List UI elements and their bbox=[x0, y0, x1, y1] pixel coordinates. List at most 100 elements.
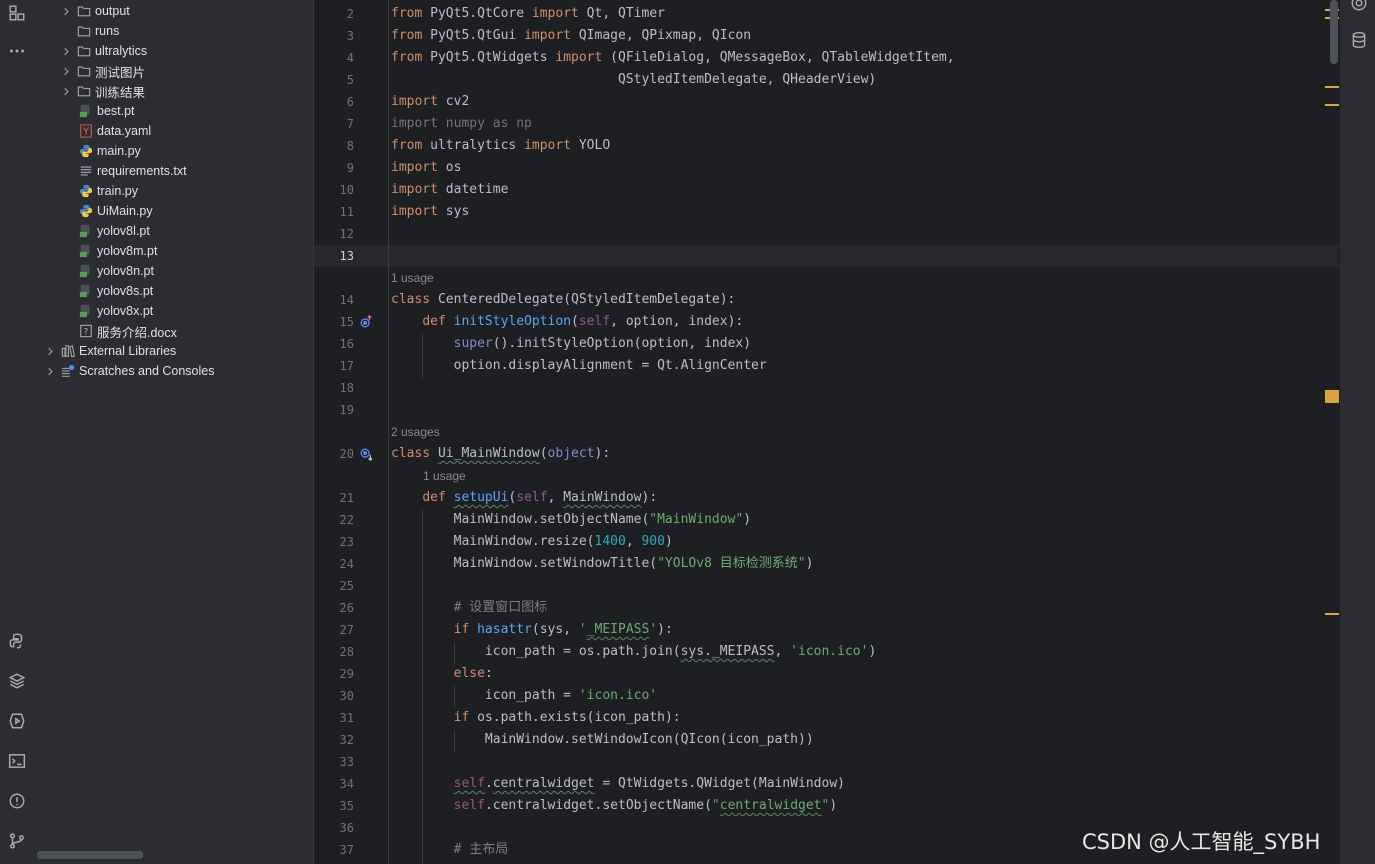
run-icon[interactable] bbox=[6, 710, 28, 732]
tree-item[interactable]: yolov8l.pt bbox=[37, 221, 313, 241]
line-number[interactable]: 8 bbox=[314, 139, 354, 153]
tree-item[interactable]: yolov8m.pt bbox=[37, 241, 313, 261]
line-number[interactable]: 6 bbox=[314, 95, 354, 109]
line-number[interactable]: 20 bbox=[314, 447, 354, 461]
line-number[interactable]: 11 bbox=[314, 205, 354, 219]
line-number[interactable]: 16 bbox=[314, 337, 354, 351]
code-line-20: class Ui_MainWindow(object): bbox=[391, 446, 611, 461]
line-number[interactable]: 12 bbox=[314, 227, 354, 241]
tree-item[interactable]: yolov8n.pt bbox=[37, 261, 313, 281]
tree-item[interactable]: 测试图片 bbox=[37, 61, 313, 81]
tree-item[interactable]: output bbox=[37, 1, 313, 21]
line-number[interactable]: 18 bbox=[314, 381, 354, 395]
structure-icon[interactable] bbox=[6, 2, 28, 24]
chevron-right-icon[interactable] bbox=[61, 86, 71, 96]
line-number[interactable]: 33 bbox=[314, 755, 354, 769]
code-line-16: super().initStyleOption(option, index) bbox=[453, 336, 752, 351]
tree-item-label: runs bbox=[95, 24, 120, 38]
layers-icon[interactable] bbox=[6, 670, 28, 692]
code-line-15: def initStyleOption(self, option, index)… bbox=[422, 314, 744, 329]
database-icon[interactable] bbox=[1348, 29, 1370, 51]
terminal-icon[interactable] bbox=[6, 750, 28, 772]
warning-marker[interactable] bbox=[1325, 104, 1339, 106]
tree-item[interactable]: Scratches and Consoles bbox=[37, 361, 313, 381]
tree-item[interactable]: External Libraries bbox=[37, 341, 313, 361]
line-number[interactable]: 9 bbox=[314, 161, 354, 175]
implemented-class-icon[interactable] bbox=[358, 446, 374, 462]
line-number[interactable]: 27 bbox=[314, 623, 354, 637]
line-number[interactable]: 2 bbox=[314, 7, 354, 21]
tree-item[interactable]: UiMain.py bbox=[37, 201, 313, 221]
tree-item[interactable]: runs bbox=[37, 21, 313, 41]
pytorch-file-icon bbox=[79, 284, 93, 298]
warning-marker[interactable] bbox=[1325, 613, 1339, 615]
folder-icon bbox=[77, 24, 91, 38]
line-number[interactable]: 32 bbox=[314, 733, 354, 747]
chevron-right-icon[interactable] bbox=[45, 346, 55, 356]
line-number[interactable]: 34 bbox=[314, 777, 354, 791]
line-number[interactable]: 10 bbox=[314, 183, 354, 197]
override-method-icon[interactable] bbox=[358, 314, 374, 330]
line-number[interactable]: 29 bbox=[314, 667, 354, 681]
line-number[interactable]: 7 bbox=[314, 117, 354, 131]
line-number[interactable]: 30 bbox=[314, 689, 354, 703]
tree-item[interactable]: requirements.txt bbox=[37, 161, 313, 181]
tree-item[interactable]: ? 服务介绍.docx bbox=[37, 321, 313, 341]
line-number[interactable]: 17 bbox=[314, 359, 354, 373]
tree-item[interactable]: main.py bbox=[37, 141, 313, 161]
code-line-35: self.centralwidget.setObjectName("centra… bbox=[453, 798, 838, 813]
line-number[interactable]: 25 bbox=[314, 579, 354, 593]
line-number[interactable]: 37 bbox=[314, 843, 354, 857]
tree-item[interactable]: best.pt bbox=[37, 101, 313, 121]
line-number[interactable]: 31 bbox=[314, 711, 354, 725]
tree-item[interactable]: yolov8x.pt bbox=[37, 301, 313, 321]
line-number[interactable]: 15 bbox=[314, 315, 354, 329]
line-number[interactable]: 35 bbox=[314, 799, 354, 813]
tree-item[interactable]: data.yaml bbox=[37, 121, 313, 141]
more-icon[interactable] bbox=[6, 40, 28, 62]
line-number[interactable]: 24 bbox=[314, 557, 354, 571]
line-number[interactable]: 19 bbox=[314, 403, 354, 417]
line-number[interactable]: 36 bbox=[314, 821, 354, 835]
notifications-icon[interactable] bbox=[1348, 0, 1370, 14]
warning-marker[interactable] bbox=[1325, 390, 1339, 403]
tree-item-label: yolov8m.pt bbox=[97, 244, 158, 258]
tree-item[interactable]: train.py bbox=[37, 181, 313, 201]
vertical-scrollbar[interactable] bbox=[1330, 0, 1338, 64]
tree-item[interactable]: ultralytics bbox=[37, 41, 313, 61]
chevron-right-icon[interactable] bbox=[61, 6, 71, 16]
line-number[interactable]: 14 bbox=[314, 293, 354, 307]
tree-item-label: yolov8n.pt bbox=[97, 264, 154, 278]
tree-item[interactable]: yolov8s.pt bbox=[37, 281, 313, 301]
tree-item-label: requirements.txt bbox=[97, 164, 187, 178]
line-number[interactable]: 3 bbox=[314, 29, 354, 43]
python-console-icon[interactable] bbox=[6, 630, 28, 652]
chevron-right-icon[interactable] bbox=[61, 66, 71, 76]
usage-hint[interactable]: 1 usage bbox=[423, 469, 466, 483]
yaml-file-icon bbox=[79, 124, 93, 138]
usage-hint[interactable]: 2 usages bbox=[391, 425, 440, 439]
line-number[interactable]: 4 bbox=[314, 51, 354, 65]
line-number[interactable]: 28 bbox=[314, 645, 354, 659]
tree-item-label: 服务介绍.docx bbox=[97, 325, 177, 340]
chevron-right-icon[interactable] bbox=[45, 366, 55, 376]
usage-hint[interactable]: 1 usage bbox=[391, 271, 434, 285]
tree-item-label: 训练结果 bbox=[95, 85, 146, 100]
warning-marker[interactable] bbox=[1325, 86, 1339, 88]
chevron-right-icon[interactable] bbox=[61, 46, 71, 56]
tree-item-label: Scratches and Consoles bbox=[79, 364, 215, 378]
code-editor[interactable]: 2 3 4 5 6 7 8 9 10 11 12 13 14 15 16 17 18 19 20 21 22 23 24 25… bbox=[313, 0, 1340, 864]
error-stripe[interactable] bbox=[1325, 0, 1339, 864]
watermark: CSDN @人工智能_SYBH bbox=[1082, 830, 1321, 854]
line-number[interactable]: 13 bbox=[314, 249, 354, 263]
line-number[interactable]: 26 bbox=[314, 601, 354, 615]
code-line-34: self.centralwidget = QtWidgets.QWidget(M… bbox=[453, 776, 845, 791]
tree-item[interactable]: 训练结果 bbox=[37, 81, 313, 101]
git-icon[interactable] bbox=[6, 830, 28, 852]
line-number[interactable]: 21 bbox=[314, 491, 354, 505]
line-number[interactable]: 23 bbox=[314, 535, 354, 549]
horizontal-scrollbar[interactable] bbox=[37, 851, 143, 859]
line-number[interactable]: 22 bbox=[314, 513, 354, 527]
line-number[interactable]: 5 bbox=[314, 73, 354, 87]
problems-icon[interactable] bbox=[6, 790, 28, 812]
